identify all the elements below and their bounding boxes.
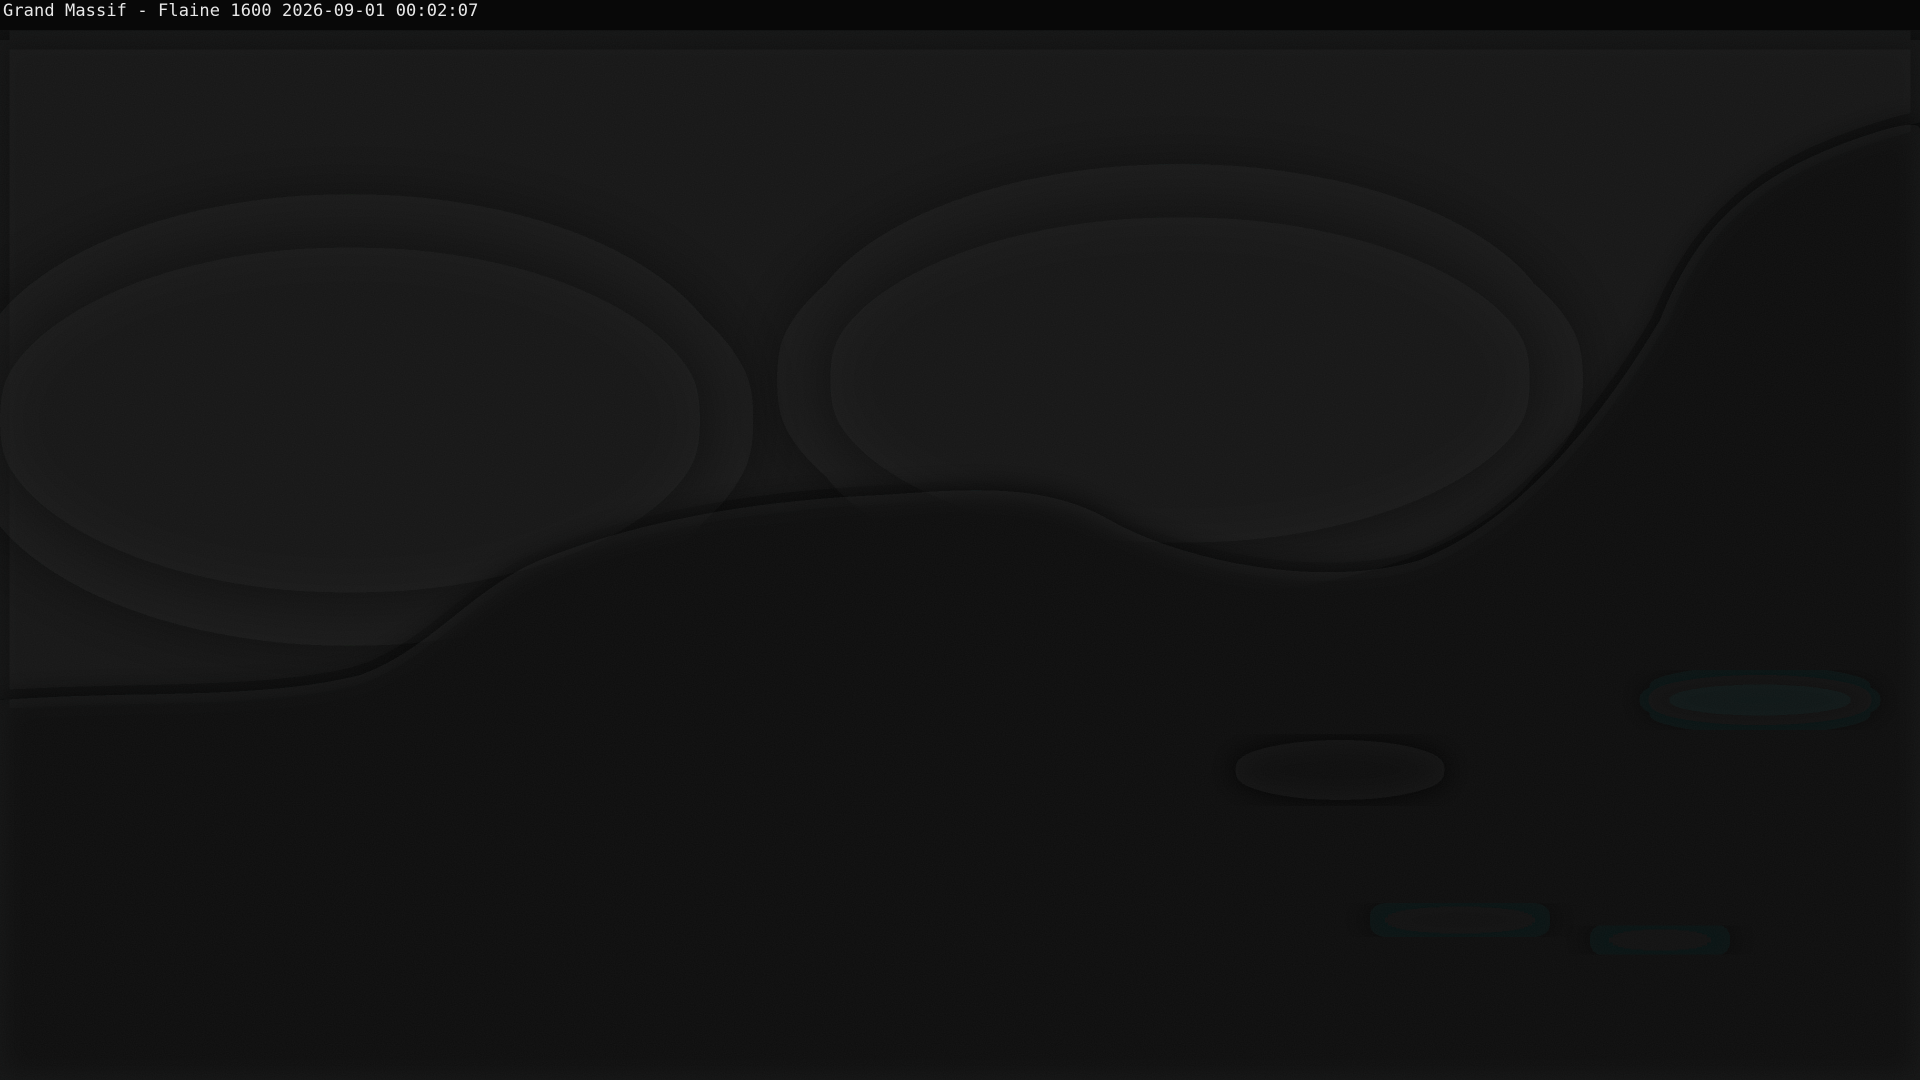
webcam-caption: Grand Massif - Flaine 1600 2026-09-01 00… [3,1,479,21]
night-mountain-scene [0,0,1920,1080]
webcam-frame: Grand Massif - Flaine 1600 2026-09-01 00… [0,0,1920,1080]
